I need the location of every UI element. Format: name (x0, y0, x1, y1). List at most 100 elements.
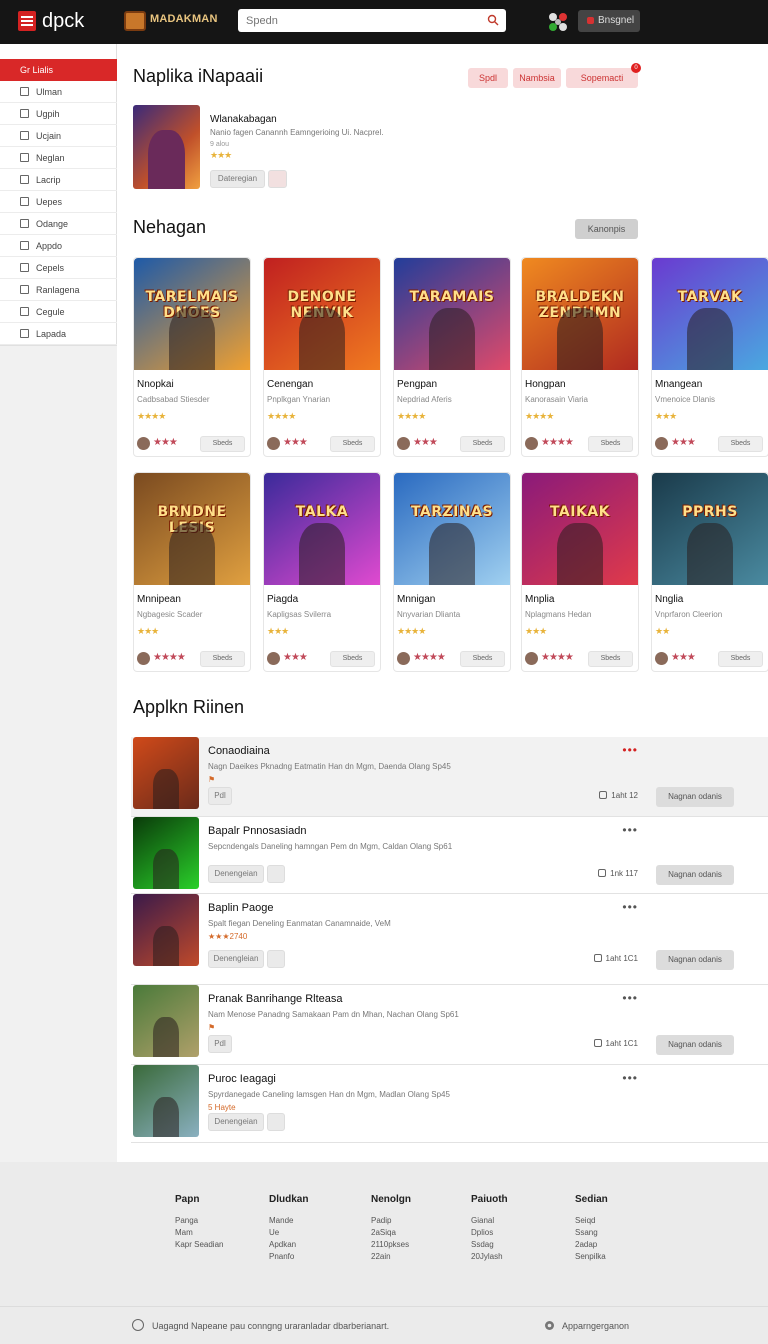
game-thumbnail[interactable]: BRALDEKN ZENPHMN (522, 258, 638, 370)
settings-link[interactable]: Apparngerganon (562, 1321, 629, 1331)
app-thumbnail[interactable] (133, 817, 199, 889)
footer-link[interactable]: Pnanfo (269, 1251, 359, 1263)
more-options-icon[interactable]: ••• (622, 900, 638, 914)
footer-link[interactable]: 22ain (371, 1251, 461, 1263)
footer-link[interactable]: 2adap (575, 1239, 665, 1251)
game-card[interactable]: TARELMAIS DNOES Nnopkai Cadbsabad Stiesd… (133, 257, 251, 457)
game-thumbnail[interactable]: TARAMAIS (394, 258, 510, 370)
footer-link[interactable]: 2110pkses (371, 1239, 461, 1251)
card-action-button[interactable]: Sbeds (330, 651, 375, 667)
app-thumbnail[interactable] (133, 1065, 199, 1137)
list-item[interactable]: Pranak Banrihange Rlteasa Nam Menose Pan… (131, 985, 768, 1065)
sidebar-item-9[interactable]: Cepels (0, 257, 117, 279)
search-input[interactable] (238, 9, 506, 32)
more-options-icon[interactable]: ••• (622, 1071, 638, 1085)
card-action-button[interactable]: Sbeds (330, 436, 375, 452)
footer-link[interactable]: Kapr Seadian (175, 1239, 265, 1251)
footer-link[interactable]: Gianal (471, 1215, 561, 1227)
more-options-icon[interactable]: ••• (622, 991, 638, 1005)
search-box[interactable] (238, 9, 506, 32)
footer-link[interactable]: 20Jylash (471, 1251, 561, 1263)
row-small-button[interactable]: Denengleian (208, 950, 264, 968)
filter-pill-2[interactable]: Nambsia (513, 68, 561, 88)
game-thumbnail[interactable]: TARZINAS (394, 473, 510, 585)
row-action-button[interactable]: Nagnan odanis (656, 1035, 734, 1055)
list-item[interactable]: Puroc Ieagagi Spyrdanegade Caneling Iams… (131, 1065, 768, 1143)
footer-link[interactable]: Padip (371, 1215, 461, 1227)
row-action-button[interactable]: Nagnan odanis (656, 950, 734, 970)
game-card[interactable]: TAIKAK Mnplia Nplagmans Hedan ★★★ ★★★★ S… (521, 472, 639, 672)
card-action-button[interactable]: Sbeds (200, 436, 245, 452)
sidebar-item-11[interactable]: Cegule (0, 301, 117, 323)
more-options-icon[interactable]: ••• (622, 823, 638, 837)
row-action-button[interactable]: Nagnan odanis (656, 787, 734, 807)
card-action-button[interactable]: Sbeds (200, 651, 245, 667)
row-small-button[interactable]: Denengeian (208, 1113, 264, 1131)
more-options-icon[interactable]: ••• (622, 743, 638, 757)
footer-link[interactable]: Mande (269, 1215, 359, 1227)
game-card[interactable]: TARVAK Mnangean Vmenoice Dlanis ★★★ ★★★ … (651, 257, 768, 457)
card-action-button[interactable]: Sbeds (718, 436, 763, 452)
game-card[interactable]: TARZINAS Mnnigan Nnyvarian Dlianta ★★★★ … (393, 472, 511, 672)
footer-link[interactable]: Ue (269, 1227, 359, 1239)
game-card[interactable]: PPRHS Nnglia Vnprfaron Cleerion ★★ ★★★ S… (651, 472, 768, 672)
game-thumbnail[interactable]: TARVAK (652, 258, 768, 370)
game-thumbnail[interactable]: PPRHS (652, 473, 768, 585)
card-action-button[interactable]: Sbeds (588, 651, 633, 667)
app-thumbnail[interactable] (133, 894, 199, 966)
card-action-button[interactable]: Sbeds (460, 651, 505, 667)
filter-pill-1[interactable]: Spdl (468, 68, 508, 88)
footer-link[interactable]: Mam (175, 1227, 265, 1239)
game-thumbnail[interactable]: TAIKAK (522, 473, 638, 585)
row-small-button[interactable]: Pdl (208, 1035, 232, 1053)
row-small-button[interactable]: Denengeian (208, 865, 264, 883)
game-thumbnail[interactable]: DENONE NENVIK (264, 258, 380, 370)
game-thumbnail[interactable]: BRNDNE LESIS (134, 473, 250, 585)
gear-icon[interactable] (543, 1319, 556, 1332)
app-thumbnail[interactable] (133, 737, 199, 809)
featured-thumbnail[interactable] (133, 105, 200, 189)
sidebar-item-4[interactable]: Neglan (0, 147, 117, 169)
network-icon[interactable] (545, 9, 571, 35)
row-action-button[interactable]: Nagnan odanis (656, 865, 734, 885)
game-card[interactable]: DENONE NENVIK Cenengan Pnplkgan Ynarian … (263, 257, 381, 457)
sidebar-item-hot[interactable]: Gr Lialis (0, 59, 117, 81)
row-small-button[interactable]: Pdl (208, 787, 232, 805)
sidebar-item-8[interactable]: Appdo (0, 235, 117, 257)
game-card[interactable]: TARAMAIS Pengpan Nepdriad Aferis ★★★★ ★★… (393, 257, 511, 457)
card-action-button[interactable]: Sbeds (460, 436, 505, 452)
sidebar-item-3[interactable]: Ucjain (0, 125, 117, 147)
card-action-button[interactable]: Sbeds (588, 436, 633, 452)
game-card[interactable]: BRALDEKN ZENPHMN Hongpan Kanorasain Viar… (521, 257, 639, 457)
footer-link[interactable]: Ssdag (471, 1239, 561, 1251)
search-icon[interactable] (487, 14, 499, 26)
footer-link[interactable]: Dplios (471, 1227, 561, 1239)
game-card[interactable]: TALKA Piagda Kapligsas Svilerra ★★★ ★★★ … (263, 472, 381, 672)
thumb-icon[interactable] (267, 950, 285, 968)
footer-link[interactable]: Panga (175, 1215, 265, 1227)
sidebar-item-6[interactable]: Uepes (0, 191, 117, 213)
filter-pill-3[interactable]: Sopemacti 0 (566, 63, 641, 88)
logo[interactable]: dpck (42, 10, 84, 33)
app-thumbnail[interactable] (133, 985, 199, 1057)
sidebar-item-1[interactable]: Ulman (0, 81, 117, 103)
game-card[interactable]: BRNDNE LESIS Mnnipean Ngbagesic Scader ★… (133, 472, 251, 672)
footer-link[interactable]: Senpilka (575, 1251, 665, 1263)
thumb-icon[interactable] (267, 1113, 285, 1131)
list-item[interactable]: Baplin Paoge Spalt fiegan Deneling Eanma… (131, 894, 768, 985)
grid-section-button[interactable]: Kanonpis (575, 219, 638, 239)
brand-logo[interactable]: MADAKMAN (124, 8, 217, 34)
sidebar-item-10[interactable]: Ranlagena (0, 279, 117, 301)
card-action-button[interactable]: Sbeds (718, 651, 763, 667)
sidebar-item-7[interactable]: Odange (0, 213, 117, 235)
footer-link[interactable]: 2aSiqa (371, 1227, 461, 1239)
game-thumbnail[interactable]: TARELMAIS DNOES (134, 258, 250, 370)
list-item[interactable]: Bapalr Pnnosasiadn Sepcndengals Daneling… (131, 817, 768, 894)
sidebar-item-2[interactable]: Ugpih (0, 103, 117, 125)
menu-icon[interactable] (18, 11, 36, 31)
featured-detail-button[interactable]: Dateregian (210, 170, 265, 188)
footer-link[interactable]: Apdkan (269, 1239, 359, 1251)
thumb-icon[interactable] (267, 865, 285, 883)
list-item[interactable]: Conaodiaina Nagn Daeikes Pknadng Eatmati… (131, 737, 768, 817)
sidebar-item-12[interactable]: Lapada (0, 323, 117, 345)
